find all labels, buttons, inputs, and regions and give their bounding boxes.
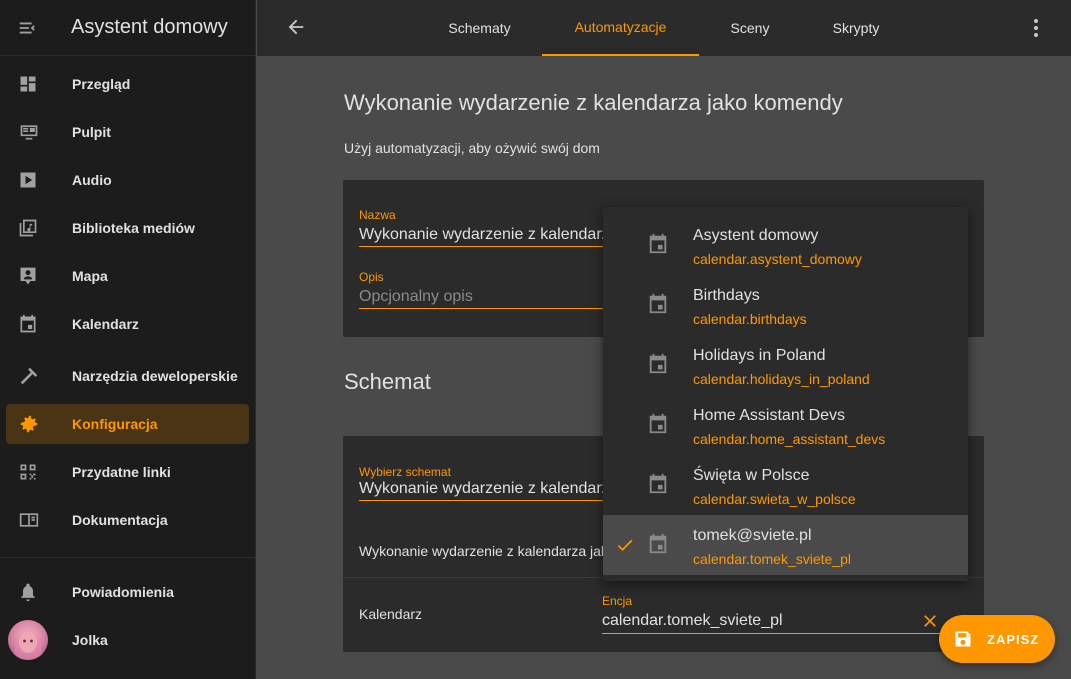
sidebar-item-label: Konfiguracja xyxy=(72,416,158,432)
tab-skrypty[interactable]: Skrypty xyxy=(801,0,911,56)
list-item-title: Asystent domowy xyxy=(693,227,819,244)
book-icon xyxy=(6,510,50,530)
sidebar-item-powiadomienia[interactable]: Powiadomienia xyxy=(6,572,249,612)
calendar-row-label: Kalendarz xyxy=(359,606,423,622)
list-item-title: Holidays in Poland xyxy=(693,347,826,364)
entity-label: Encja xyxy=(602,594,633,608)
sidebar-divider xyxy=(0,557,255,558)
play-icon xyxy=(6,170,50,190)
close-icon xyxy=(924,615,936,627)
description-input[interactable]: Opcjonalny opis xyxy=(359,288,605,309)
app-title: Asystent domowy xyxy=(71,16,228,38)
list-item-entity: calendar.swieta_w_polsce xyxy=(693,491,856,507)
list-item-title: Birthdays xyxy=(693,287,760,304)
sidebar-item-label: Jolka xyxy=(72,632,108,648)
list-item-title: tomek@sviete.pl xyxy=(693,527,812,544)
entity-input[interactable]: calendar.tomek_sviete_pl xyxy=(602,612,940,634)
sidebar-item-narzedzia[interactable]: Narzędzia deweloperskie xyxy=(6,356,249,396)
menu-toggle-button[interactable] xyxy=(0,0,56,56)
sidebar-item-linki[interactable]: Przydatne linki xyxy=(6,452,249,492)
list-item-selected[interactable]: tomek@sviete.pl calendar.tomek_sviete_pl xyxy=(603,515,968,575)
save-button-label: ZAPISZ xyxy=(987,631,1040,647)
sidebar: Asystent domowy Przegląd Pulpit Audio Bi… xyxy=(0,0,256,679)
name-input[interactable]: Wykonanie wydarzenie z kalendarza xyxy=(359,226,605,247)
sidebar-item-pulpit[interactable]: Pulpit xyxy=(6,112,249,152)
sidebar-item-profile[interactable]: Jolka xyxy=(6,620,249,660)
sidebar-item-mapa[interactable]: Mapa xyxy=(6,256,249,296)
sidebar-item-dokumentacja[interactable]: Dokumentacja xyxy=(6,500,249,540)
page-intro: Użyj automatyzacji, aby ożywić swój dom xyxy=(344,140,600,156)
arrow-left-icon xyxy=(288,19,304,35)
tab-sceny[interactable]: Sceny xyxy=(699,0,801,56)
name-field[interactable]: Nazwa Wykonanie wydarzenie z kalendarza xyxy=(359,208,605,247)
overflow-menu-button[interactable] xyxy=(1033,18,1039,43)
list-item-entity: calendar.asystent_domowy xyxy=(693,251,862,267)
blueprint-description: Wykonanie wydarzenie z kalendarza jak xyxy=(359,543,605,559)
sidebar-item-label: Powiadomienia xyxy=(72,584,174,600)
section-heading-schemat: Schemat xyxy=(344,369,431,394)
list-item[interactable]: Birthdays calendar.birthdays xyxy=(603,275,968,335)
blueprint-label: Wybierz schemat xyxy=(359,465,451,479)
sidebar-item-label: Dokumentacja xyxy=(72,512,168,528)
sidebar-item-audio[interactable]: Audio xyxy=(6,160,249,200)
sidebar-item-konfiguracja[interactable]: Konfiguracja xyxy=(6,404,249,444)
dashboard-icon xyxy=(6,74,50,94)
tab-automatyzacje[interactable]: Automatyzacje xyxy=(542,0,699,56)
blueprint-value[interactable]: Wykonanie wydarzenie z kalendarza xyxy=(359,480,605,501)
entity-picker[interactable]: Encja calendar.tomek_sviete_pl xyxy=(602,594,940,634)
calendar-icon xyxy=(647,473,669,500)
sidebar-item-label: Pulpit xyxy=(72,124,111,140)
entity-dropdown-list: Asystent domowy calendar.asystent_domowy… xyxy=(603,207,968,581)
calendar-icon xyxy=(647,533,669,560)
avatar xyxy=(8,620,48,660)
save-button[interactable]: ZAPISZ xyxy=(939,615,1055,663)
sidebar-item-label: Narzędzia deweloperskie xyxy=(72,368,238,384)
list-item[interactable]: Holidays in Poland calendar.holidays_in_… xyxy=(603,335,968,395)
calendar-icon xyxy=(647,293,669,320)
top-app-bar: Schematy Automatyzacje Sceny Skrypty xyxy=(257,0,1071,56)
map-person-icon xyxy=(6,266,50,286)
description-field[interactable]: Opis Opcjonalny opis xyxy=(359,270,605,309)
dots-vertical-icon xyxy=(1034,19,1038,37)
menu-collapse-icon xyxy=(19,22,35,33)
sidebar-header: Asystent domowy xyxy=(0,0,255,56)
sidebar-item-label: Mapa xyxy=(72,268,108,284)
monitor-icon xyxy=(6,122,50,142)
list-item-entity: calendar.home_assistant_devs xyxy=(693,431,886,447)
qrcode-icon xyxy=(6,462,50,482)
name-label: Nazwa xyxy=(359,208,396,222)
list-item-entity: calendar.tomek_sviete_pl xyxy=(693,551,851,567)
sidebar-item-label: Przydatne linki xyxy=(72,464,171,480)
list-item[interactable]: Święta w Polsce calendar.swieta_w_polsce xyxy=(603,455,968,515)
back-button[interactable] xyxy=(285,16,307,43)
check-icon xyxy=(615,535,635,560)
floppy-disk-icon xyxy=(955,631,971,647)
calendar-icon xyxy=(6,314,50,334)
page-title: Wykonanie wydarzenie z kalendarza jako k… xyxy=(344,90,843,115)
bell-icon xyxy=(6,582,50,602)
sidebar-item-label: Biblioteka mediów xyxy=(72,220,195,236)
list-item-entity: calendar.birthdays xyxy=(693,311,807,327)
description-label: Opis xyxy=(359,270,384,284)
list-item-entity: calendar.holidays_in_poland xyxy=(693,371,870,387)
sidebar-item-biblioteka[interactable]: Biblioteka mediów xyxy=(6,208,249,248)
sidebar-item-kalendarz[interactable]: Kalendarz xyxy=(6,304,249,344)
calendar-icon xyxy=(647,233,669,260)
list-item-title: Święta w Polsce xyxy=(693,467,810,484)
blueprint-select[interactable]: Wybierz schemat Wykonanie wydarzenie z k… xyxy=(359,465,605,501)
sidebar-item-label: Przegląd xyxy=(72,76,131,92)
media-library-icon xyxy=(6,218,50,238)
sidebar-item-label: Kalendarz xyxy=(72,316,139,332)
sidebar-item-label: Audio xyxy=(72,172,112,188)
list-item[interactable]: Asystent domowy calendar.asystent_domowy xyxy=(603,215,968,275)
tab-schematy[interactable]: Schematy xyxy=(407,0,552,56)
clear-entity-button[interactable] xyxy=(920,611,940,636)
calendar-icon xyxy=(647,353,669,380)
gear-icon xyxy=(6,413,50,435)
calendar-icon xyxy=(647,413,669,440)
list-item[interactable]: Home Assistant Devs calendar.home_assist… xyxy=(603,395,968,455)
sidebar-item-przeglad[interactable]: Przegląd xyxy=(6,64,249,104)
list-item-title: Home Assistant Devs xyxy=(693,407,846,424)
hammer-icon xyxy=(6,365,50,387)
